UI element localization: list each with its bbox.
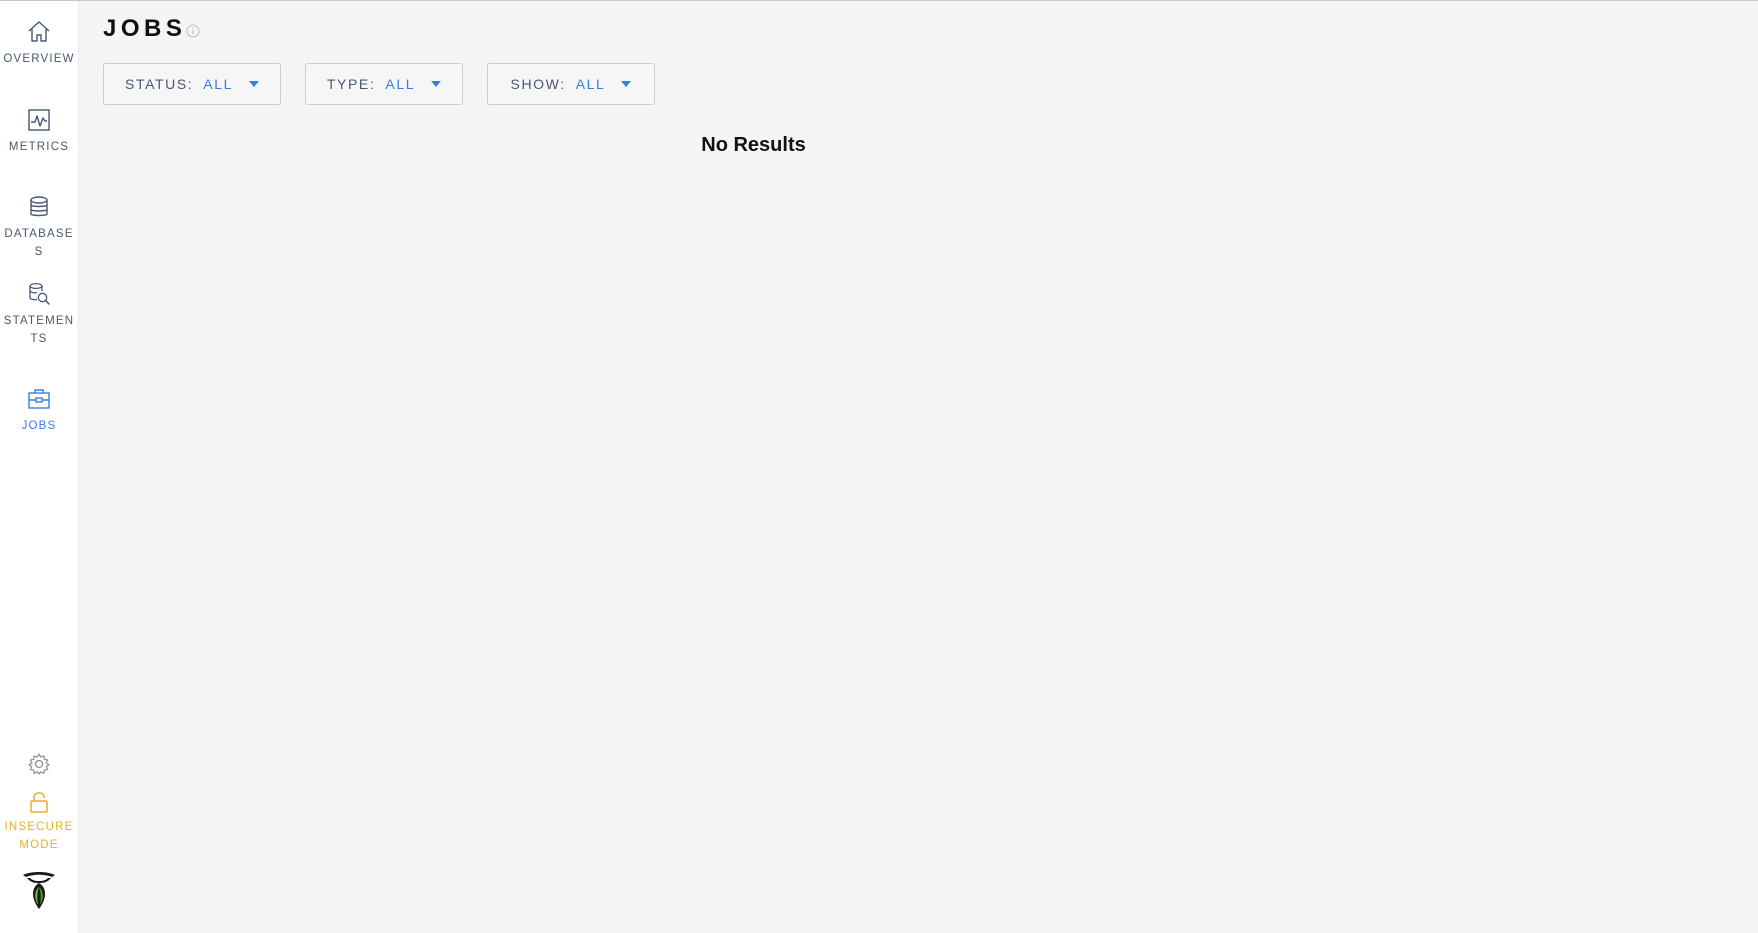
sidebar-item-label: JOBS: [21, 420, 57, 432]
cockroach-logo-icon: [23, 872, 55, 909]
no-results-message: No Results: [701, 134, 806, 156]
type-filter-value: ALL: [385, 76, 416, 92]
sidebar: OVERVIEW METRICS DATABASES STATEMENTS JO…: [0, 1, 79, 933]
page-title: JOBS: [103, 15, 187, 42]
settings-button[interactable]: [0, 751, 78, 777]
main-content: JOBS STATUS: ALL TYPE: ALL SHOW: ALL No …: [79, 1, 1758, 933]
status-filter-label: STATUS:: [125, 76, 194, 92]
sidebar-item-jobs[interactable]: JOBS: [0, 386, 78, 435]
chevron-down-icon: [621, 81, 632, 87]
sidebar-item-databases[interactable]: DATABASES: [0, 194, 78, 261]
database-icon: [30, 196, 48, 217]
chevron-down-icon: [431, 81, 442, 87]
chevron-down-icon: [248, 81, 259, 87]
sidebar-item-statements[interactable]: STATEMENTS: [0, 281, 78, 348]
sidebar-item-label: DATABASES: [4, 228, 74, 258]
cockroach-logo[interactable]: [0, 869, 78, 913]
statements-search-icon: [29, 282, 50, 305]
gear-icon: [28, 753, 50, 775]
app-root: OVERVIEW METRICS DATABASES STATEMENTS JO…: [0, 0, 1758, 933]
show-filter-value: ALL: [575, 76, 606, 92]
type-filter-label: TYPE:: [326, 76, 376, 92]
status-filter-dropdown[interactable]: STATUS: ALL: [103, 63, 281, 105]
sidebar-item-metrics[interactable]: METRICS: [0, 107, 78, 156]
briefcase-icon: [28, 389, 50, 409]
sidebar-item-overview[interactable]: OVERVIEW: [0, 19, 78, 68]
insecure-mode-label: INSECURE MODE: [4, 821, 74, 851]
show-filter-label: SHOW:: [510, 76, 566, 92]
sidebar-item-label: METRICS: [8, 141, 70, 153]
show-filter-dropdown[interactable]: SHOW: ALL: [487, 63, 655, 105]
home-icon: [28, 21, 50, 42]
insecure-mode-indicator[interactable]: INSECURE MODE: [0, 789, 78, 854]
type-filter-dropdown[interactable]: TYPE: ALL: [305, 63, 463, 105]
unlock-icon: [30, 792, 48, 813]
sidebar-item-label: STATEMENTS: [3, 315, 75, 345]
info-icon[interactable]: [186, 24, 200, 38]
sidebar-item-label: OVERVIEW: [3, 53, 75, 65]
status-filter-value: ALL: [203, 76, 233, 92]
metrics-chart-icon: [28, 109, 50, 131]
